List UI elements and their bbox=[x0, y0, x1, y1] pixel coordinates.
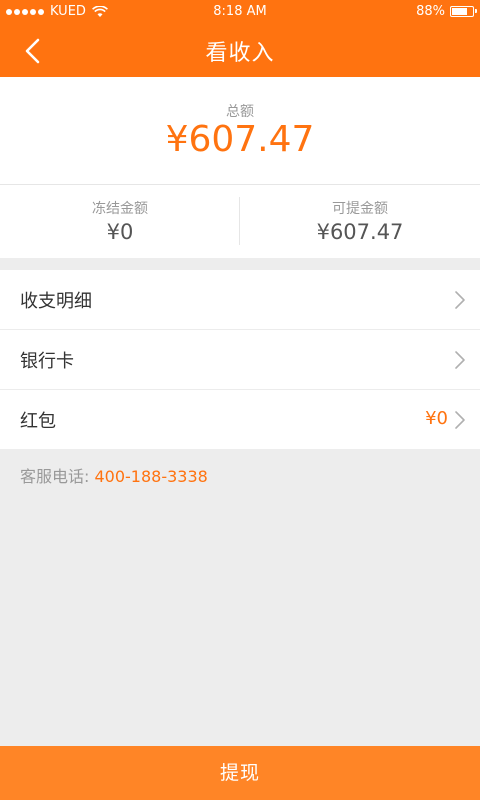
nav-bar: 看收入 bbox=[0, 24, 480, 77]
frozen-amount: ¥0 bbox=[106, 220, 134, 244]
red-packet-amount: ¥0 bbox=[425, 408, 448, 429]
income-summary: 总额 ¥607.47 冻结金额 ¥0 可提金额 ¥607.47 bbox=[0, 77, 480, 258]
status-right: 88% bbox=[416, 4, 477, 19]
available-amount: ¥607.47 bbox=[316, 220, 404, 244]
menu-item-bank-card[interactable]: 银行卡 bbox=[0, 330, 480, 390]
withdraw-button[interactable]: 提现 bbox=[0, 746, 480, 800]
battery-percent: 88% bbox=[416, 4, 445, 19]
app-header: KUED 8:18 AM 88% 看收入 bbox=[0, 0, 480, 77]
menu-list: 收支明细 银行卡 红包 ¥0 bbox=[0, 270, 480, 449]
service-phone-link[interactable]: 400-188-3338 bbox=[94, 467, 207, 486]
menu-item-label: 收支明细 bbox=[20, 291, 92, 312]
frozen-label: 冻结金额 bbox=[92, 201, 148, 217]
service-label: 客服电话: bbox=[20, 467, 95, 486]
menu-item-transactions[interactable]: 收支明细 bbox=[0, 270, 480, 330]
page-title: 看收入 bbox=[205, 41, 275, 66]
battery-icon bbox=[450, 6, 477, 17]
available-label: 可提金额 bbox=[332, 201, 388, 217]
frozen-stat: 冻结金额 ¥0 bbox=[0, 185, 240, 258]
total-amount: ¥607.47 bbox=[165, 119, 315, 160]
available-stat: 可提金额 ¥607.47 bbox=[240, 185, 480, 258]
total-label: 总额 bbox=[226, 104, 254, 120]
chevron-right-icon bbox=[455, 411, 465, 429]
menu-item-red-packet[interactable]: 红包 ¥0 bbox=[0, 390, 480, 449]
status-bar: KUED 8:18 AM 88% bbox=[0, 0, 480, 24]
menu-item-label: 红包 bbox=[20, 411, 56, 432]
chevron-right-icon bbox=[455, 351, 465, 369]
battery-fill bbox=[452, 8, 467, 15]
status-time: 8:18 AM bbox=[213, 4, 267, 19]
service-hotline: 客服电话: 400-188-3338 bbox=[20, 463, 208, 487]
chevron-right-icon bbox=[455, 291, 465, 309]
menu-item-label: 银行卡 bbox=[20, 351, 74, 372]
